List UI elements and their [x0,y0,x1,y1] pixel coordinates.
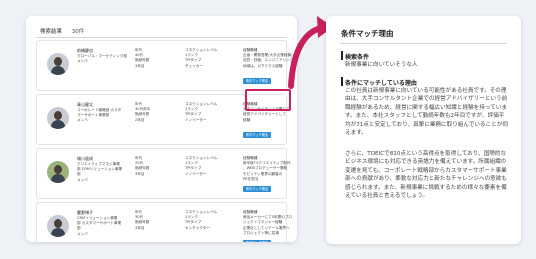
card-field: 勤続年数 [135,112,150,117]
divider [340,43,507,44]
match-reason-button[interactable]: 条件マッチ理由 [243,240,271,242]
match-reason-button[interactable]: 条件マッチ理由 [243,78,271,84]
card-field: プロジェクト等に従事 [243,230,279,235]
card-field: 勤続年数 [135,166,150,171]
card-field: 3年目 [135,63,145,68]
avatar [47,161,69,183]
result-card[interactable]: 城川遥成 クリエイティブマネジ事業部 CRMソリューション事業部メンバ 年代 20代勤… [36,148,291,199]
card-field: メンバ [77,177,88,182]
card-field: 部 カスタマーサポート事業 [77,221,122,226]
card-field: 3年目 [135,225,145,230]
employee-name[interactable]: 麓野博子 [77,210,93,215]
employee-department: コーポレート戦略部 カスタ マーサポート事業部 メンバ [77,108,121,124]
search-condition-text: 新規事業に向いていそうな人 [345,62,418,68]
match-reason-panel: 条件マッチ理由 検索条件 新規事業に向いていそうな人 条件にマッチしている理由 … [326,16,521,244]
employee-department: クリエイティブマネジ事業部 CRMソリューション事業部メンバ [77,162,122,183]
match-reason-button[interactable]: 条件マッチ理由 [243,132,271,138]
age-tenure-column: 年代 40代 勤続年数 3年目 [135,48,149,69]
card-field: 勤続年数 [135,58,150,63]
card-field: 経験 [243,117,251,122]
search-results-panel: 検索結果 30件 前橋慶也 グローバル・マーケティング部 メンバ 年代 40代 勤続年数 3… [26,16,297,242]
card-field: チェッカー [185,63,203,68]
result-card[interactable]: 前橋慶也 グローバル・マーケティング部 メンバ 年代 40代 勤続年数 3年目 コネクションレ… [36,40,293,91]
reason-title: 条件マッチ理由 [341,29,394,38]
section-marker [341,51,343,60]
match-reason-paragraph-1: この社員は新規事業に向いている可能性がある社員です。その理由は、大手コンサルタン… [345,88,508,137]
age-tenure-column: 年代 30代前半 勤続年数 2年目 [135,102,150,123]
search-condition-heading: 検索条件 [345,54,370,61]
match-reason-paragraph-2: さらに、TOEICで810点という高得点を取得しており、国際的なビジネス環境にも… [345,151,507,200]
card-field: 部 CRMソリューション事業 [77,167,123,172]
age-tenure-column: 年代 30代 勤続年数 3年目 [135,210,149,231]
experience-column: 経験職種 食品メーカーにて5年間のブロ ジェクトマネジャー経験 企業社としてリテール業… [243,210,292,236]
result-card[interactable]: 麓野博子 CRMソリューション事業部 カスタマーサポート事業部メンバ 年代 30代 勤続… [36,202,292,242]
results-count: 30件 [71,29,85,35]
avatar [47,53,69,75]
section-marker [341,77,343,86]
card-field: イノベーター [185,171,207,176]
card-field: メンバ [77,59,88,64]
match-reason-heading: 条件にマッチしている理由 [345,80,417,87]
results-header: 検索結果 30件 [40,27,84,35]
card-field: 、WEBプロデューサー業務 [243,166,288,171]
employee-name[interactable]: 前橋慶也 [77,48,93,53]
card-field: イノベーター [185,117,207,122]
employee-name[interactable]: 青山健太 [77,102,93,107]
connection-type-column: コネクションレベル 1ランク TPIタイプ イノベーター [185,102,217,123]
experience-column: 経験職種 新卒後TVクリエイティブ制作 、WEBプロデューサー業務 モビリティ業界の顧… [243,156,291,182]
employee-department: グローバル・マーケティング部 メンバ [77,54,127,64]
card-field: メンバ [77,231,88,236]
card-field: ヤンチャクター [185,225,210,230]
divider [36,37,287,38]
highlight-frame [245,89,291,111]
avatar [47,107,69,129]
avatar [47,215,69,237]
card-field: 勤続年数 [135,220,150,225]
connection-type-column: コネクションレベル 1ランク TPIタイプ ヤンチャクター [185,210,217,231]
results-title: 検索結果 [40,29,63,35]
employee-department: CRMソリューション事業部 カスタマーサポート事業部メンバ [77,216,121,237]
card-field: メンバ [77,118,88,123]
card-field: 2年目 [135,117,145,122]
connection-type-column: コネクションレベル 1ランク TPIタイプ チェッカー [185,48,217,69]
card-field: PRを担当 [243,176,259,181]
age-tenure-column: 年代 20代 勤続年数 3年目 [135,156,149,177]
match-reason-button[interactable]: 条件マッチ理由 [243,186,271,192]
employee-name[interactable]: 城川遥成 [77,156,93,161]
card-field: 経営アドバイザリーとして [243,112,287,117]
card-field: 3年目 [135,171,145,176]
connection-type-column: コネクションレベル 1ランク TPIタイプ イノベーター [185,156,217,177]
